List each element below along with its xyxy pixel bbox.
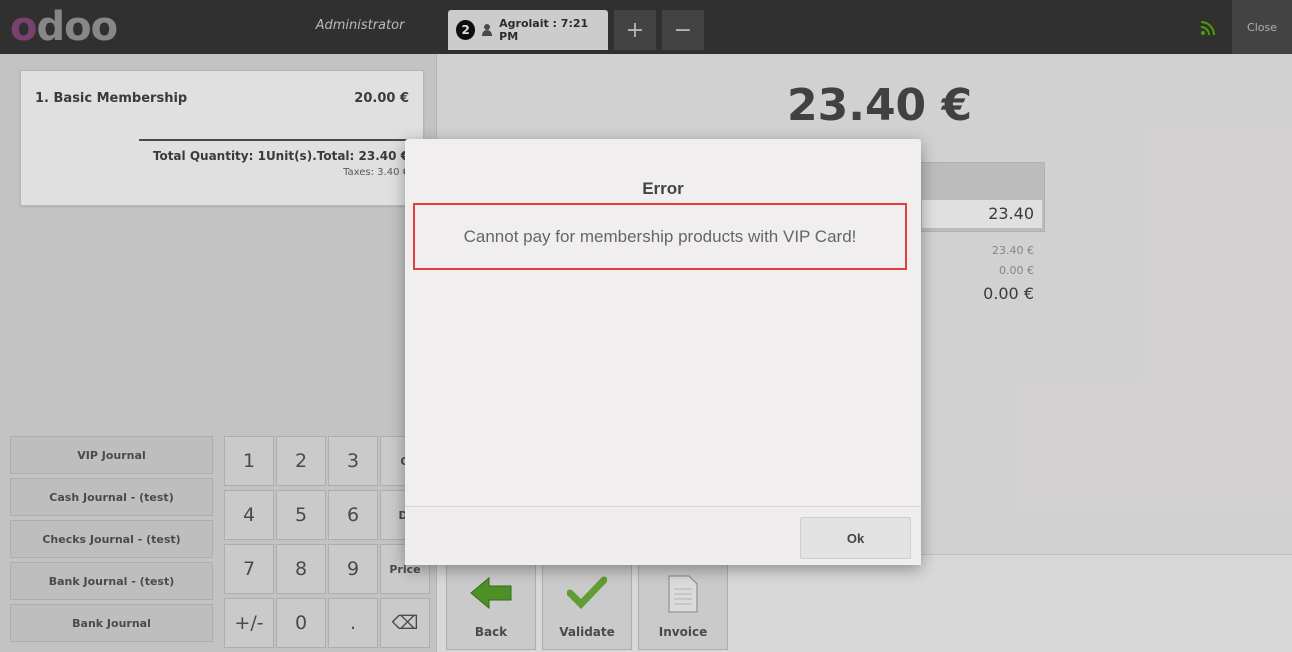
ok-button[interactable]: Ok bbox=[800, 517, 911, 559]
dialog-title: Error bbox=[642, 179, 684, 198]
error-dialog: Error Cannot pay for membership products… bbox=[405, 139, 921, 565]
dialog-message: Cannot pay for membership products with … bbox=[413, 203, 907, 270]
dialog-footer: Ok bbox=[405, 506, 921, 565]
